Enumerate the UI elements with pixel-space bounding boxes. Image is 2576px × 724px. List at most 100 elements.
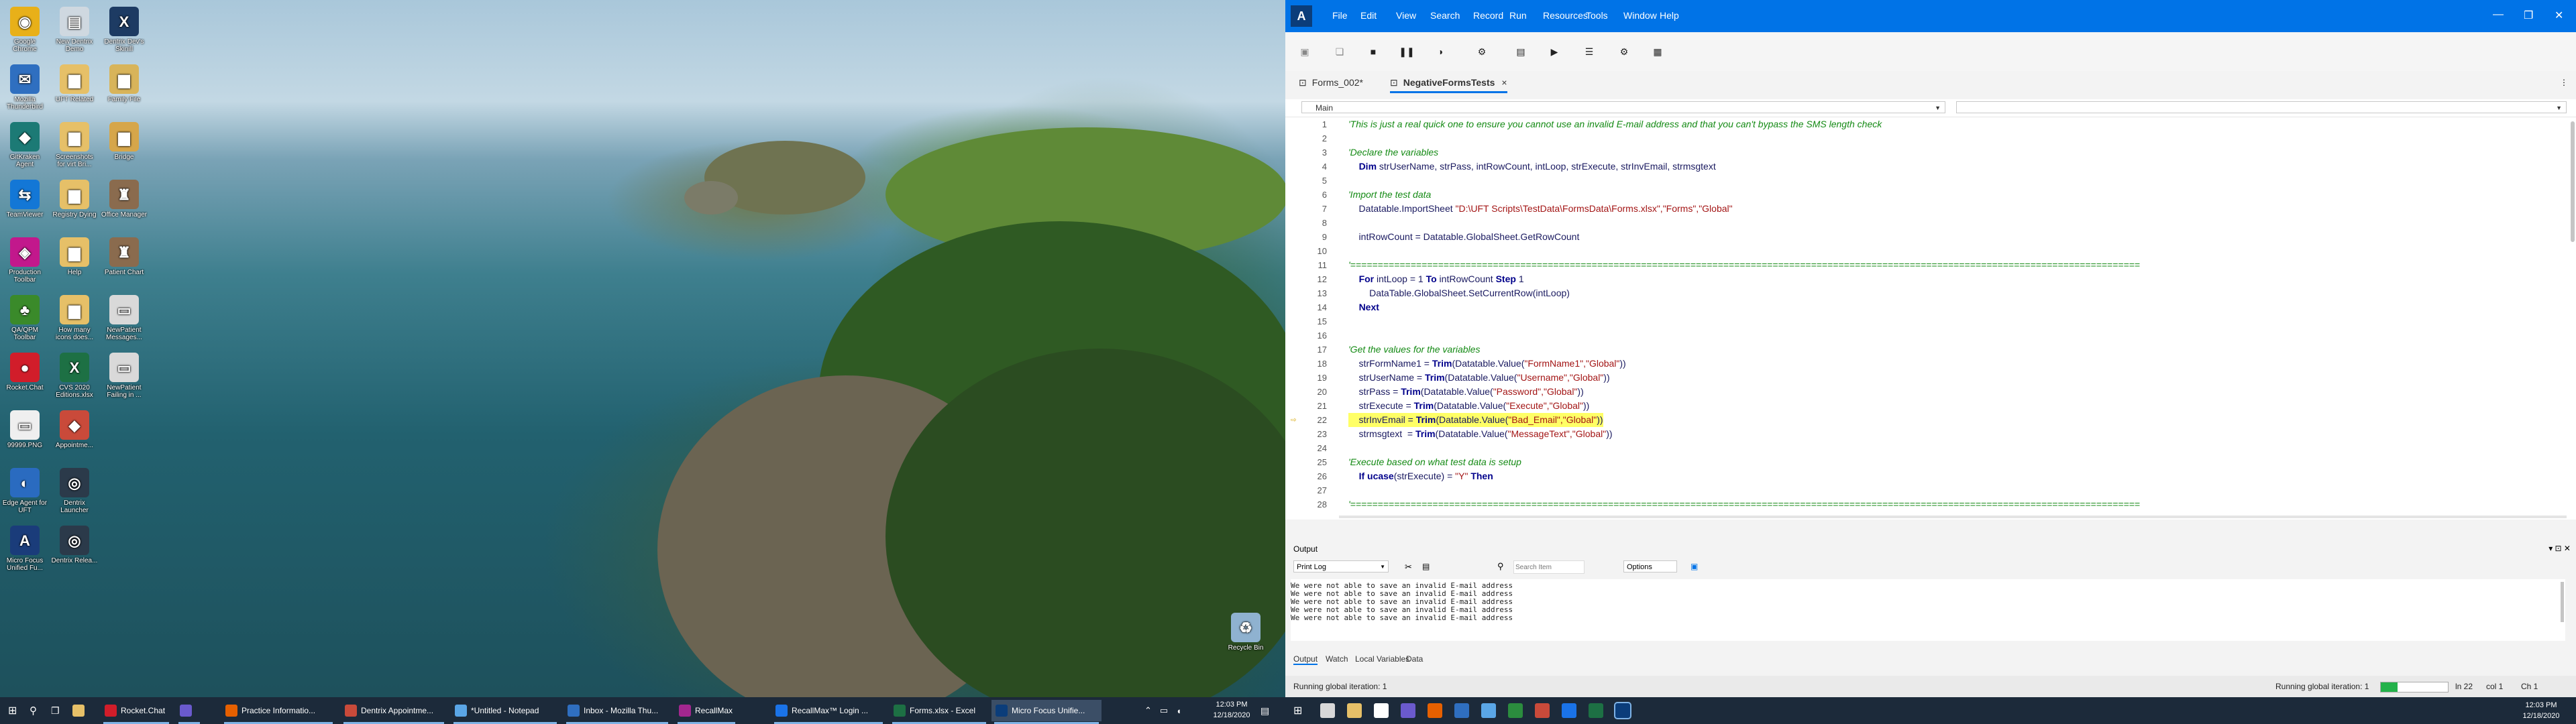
code-line[interactable]: 5 bbox=[1285, 174, 2576, 188]
code-editor[interactable]: 1 'This is just a real quick one to ensur… bbox=[1285, 117, 2576, 520]
code-line[interactable]: 2 bbox=[1285, 131, 2576, 145]
menu-window[interactable]: Window bbox=[1623, 10, 1657, 21]
code-line[interactable]: 13 DataTable.GlobalSheet.SetCurrentRow(i… bbox=[1285, 286, 2576, 300]
desktop-icon[interactable]: ▆ How many icons does... bbox=[51, 292, 98, 350]
desktop-icon[interactable]: ▤ New Dentrix Demo bbox=[51, 4, 98, 62]
menu-help[interactable]: Help bbox=[1660, 10, 1679, 21]
code-line[interactable]: 16 bbox=[1285, 328, 2576, 343]
output-scrollbar[interactable] bbox=[2561, 582, 2564, 622]
desktop-icon[interactable]: ▆ Screenshots for virt Bri... bbox=[51, 119, 98, 177]
excel-icon[interactable] bbox=[1589, 703, 1603, 718]
taskbar-button[interactable]: Rocket.Chat bbox=[101, 700, 172, 721]
export-icon[interactable]: ▣ bbox=[1690, 562, 1698, 571]
member-dropdown[interactable]: ▼ bbox=[1956, 101, 2567, 113]
clear-icon[interactable]: ✂ bbox=[1405, 562, 1412, 572]
desktop-icon[interactable]: ▭ NewPatient Messages... bbox=[101, 292, 148, 350]
wrap-icon[interactable]: ▤ bbox=[1422, 562, 1430, 571]
folder-icon[interactable] bbox=[1347, 703, 1362, 718]
search-button[interactable]: ⚲ bbox=[25, 700, 44, 721]
editor-hscrollbar[interactable] bbox=[1339, 516, 2567, 518]
code-line[interactable]: 28 '=====================================… bbox=[1285, 497, 2576, 511]
desktop-icon[interactable]: ▆ Help bbox=[51, 235, 98, 292]
firefox-icon[interactable] bbox=[1428, 703, 1442, 718]
tab-data[interactable]: Data bbox=[1406, 654, 1423, 664]
desktop-icon[interactable]: ▭ NewPatient Failing in ... bbox=[101, 350, 148, 408]
close-button[interactable]: ✕ bbox=[2555, 9, 2563, 22]
output-log[interactable]: We were not able to save an invalid E-ma… bbox=[1291, 579, 2565, 641]
desktop-icon[interactable]: ♻ Recycle Bin bbox=[1222, 610, 1269, 668]
desktop-icon[interactable]: ◎ Dentrix Relea... bbox=[51, 523, 98, 581]
windows-icon[interactable]: ⊞ bbox=[1293, 704, 1302, 717]
desktop-icon[interactable]: ♣ QA/QPM Toolbar bbox=[1, 292, 48, 350]
new-test-icon[interactable]: ▣ bbox=[1297, 44, 1312, 59]
code-line[interactable]: 3 'Declare the variables bbox=[1285, 145, 2576, 160]
code-line[interactable]: 23 strmsgtext = Trim(Datatable.Value("Me… bbox=[1285, 427, 2576, 441]
taskbar-button[interactable]: Micro Focus Unifie... bbox=[991, 700, 1102, 721]
code-line[interactable]: 14 Next bbox=[1285, 300, 2576, 314]
desktop-icon[interactable]: ▆ UFT Related bbox=[51, 62, 98, 119]
notepad-icon[interactable] bbox=[1481, 703, 1496, 718]
menu-view[interactable]: View bbox=[1396, 10, 1416, 21]
run-options-icon[interactable]: ⚙ bbox=[1474, 44, 1489, 59]
code-line[interactable]: 4 Dim strUserName, strPass, intRowCount,… bbox=[1285, 160, 2576, 174]
restore-button[interactable]: ❐ bbox=[2524, 9, 2533, 22]
dentrix-icon[interactable] bbox=[1535, 703, 1550, 718]
tab-negative-forms-tests[interactable]: ⊡ NegativeFormsTests × bbox=[1390, 74, 1507, 93]
tab-forms-002[interactable]: ⊡ Forms_002* bbox=[1299, 74, 1363, 91]
taskbar-button[interactable]: Forms.xlsx - Excel bbox=[890, 700, 989, 721]
code-line[interactable]: 17 'Get the values for the variables bbox=[1285, 343, 2576, 357]
file-explorer-button[interactable] bbox=[68, 700, 87, 721]
desktop-icon[interactable]: ◆ Appointme... bbox=[51, 408, 98, 465]
tab-output[interactable]: Output bbox=[1293, 654, 1318, 665]
code-line[interactable]: 25 'Execute based on what test data is se… bbox=[1285, 455, 2576, 469]
options-button[interactable]: Options bbox=[1623, 560, 1677, 572]
menu-record[interactable]: Record bbox=[1473, 10, 1503, 21]
menu-search[interactable]: Search bbox=[1430, 10, 1460, 21]
window-layout-icon[interactable]: ▦ bbox=[1650, 44, 1665, 59]
output-search-input[interactable] bbox=[1513, 560, 1585, 574]
code-line[interactable]: 8 bbox=[1285, 216, 2576, 230]
taskbar-button[interactable]: Practice Informatio... bbox=[221, 700, 335, 721]
code-line[interactable]: 19 strUserName = Trim(Datatable.Value("U… bbox=[1285, 371, 2576, 385]
desktop-icon[interactable]: ● Rocket.Chat bbox=[1, 350, 48, 408]
list-icon[interactable]: ☰ bbox=[1582, 44, 1597, 59]
output-source-dropdown[interactable]: Print Log ▼ bbox=[1293, 560, 1389, 572]
menu-edit[interactable]: Edit bbox=[1360, 10, 1377, 21]
thunderbird-icon[interactable] bbox=[1454, 703, 1469, 718]
minimize-button[interactable]: — bbox=[2493, 9, 2504, 21]
code-line[interactable]: 10 bbox=[1285, 244, 2576, 258]
code-line[interactable]: 21 strExecute = Trim(Datatable.Value("Ex… bbox=[1285, 399, 2576, 413]
menu-file[interactable]: File bbox=[1332, 10, 1348, 21]
code-line[interactable]: 24 bbox=[1285, 441, 2576, 455]
desktop-icon[interactable]: ◈ Production Toolbar bbox=[1, 235, 48, 292]
clock[interactable]: 12:03 PM 12/18/2020 bbox=[2521, 700, 2561, 721]
uft-icon[interactable] bbox=[1614, 702, 1631, 719]
stop-icon[interactable]: ■ bbox=[1366, 44, 1381, 59]
code-line[interactable]: 7 Datatable.ImportSheet "D:\UFT Scripts\… bbox=[1285, 202, 2576, 216]
desktop-icon[interactable]: ▆ Family File bbox=[101, 62, 148, 119]
scope-dropdown[interactable]: Main ▼ bbox=[1301, 101, 1945, 113]
close-icon[interactable]: × bbox=[1501, 77, 1507, 88]
code-line[interactable]: 6 'Import the test data bbox=[1285, 188, 2576, 202]
clock[interactable]: 12:03 PM 12/18/2020 bbox=[1212, 699, 1252, 721]
code-line[interactable]: 22 ⇨ strInvEmail = Trim(Datatable.Value("… bbox=[1285, 413, 2576, 427]
tab-pin-icon[interactable]: ⋮ bbox=[2560, 78, 2568, 87]
taskbar-button[interactable]: Dentrix Appointme... bbox=[341, 700, 447, 721]
menu-tools[interactable]: Tools bbox=[1586, 10, 1608, 21]
editor-scrollbar[interactable] bbox=[2571, 121, 2575, 242]
search-icon[interactable] bbox=[1320, 703, 1335, 718]
desktop-icon[interactable]: ♜ Patient Chart bbox=[101, 235, 148, 292]
taskbar-button[interactable]: RecallMax™ Login ... bbox=[771, 700, 885, 721]
desktop-icon[interactable]: X Dentrix Dev's Skinill bbox=[101, 4, 148, 62]
taskbar-button[interactable]: RecallMax bbox=[675, 700, 738, 721]
code-line[interactable]: 20 strPass = Trim(Datatable.Value("Passw… bbox=[1285, 385, 2576, 399]
system-tray[interactable]: ⌃ ▭ ◖ bbox=[1140, 700, 1221, 721]
task-view-button[interactable]: ❐ bbox=[47, 700, 66, 721]
tab-local-variables[interactable]: Local Variables bbox=[1355, 654, 1409, 664]
copy-icon[interactable]: ❏ bbox=[1332, 44, 1347, 59]
code-line[interactable]: 26 If ucase(strExecute) = "Y" Then bbox=[1285, 469, 2576, 483]
desktop-icon[interactable]: ◉ Google Chrome bbox=[1, 4, 48, 62]
record-icon[interactable]: ◑ bbox=[1433, 44, 1448, 59]
code-line[interactable]: 15 bbox=[1285, 314, 2576, 328]
desktop-icon[interactable]: ♜ Office Manager bbox=[101, 177, 148, 235]
